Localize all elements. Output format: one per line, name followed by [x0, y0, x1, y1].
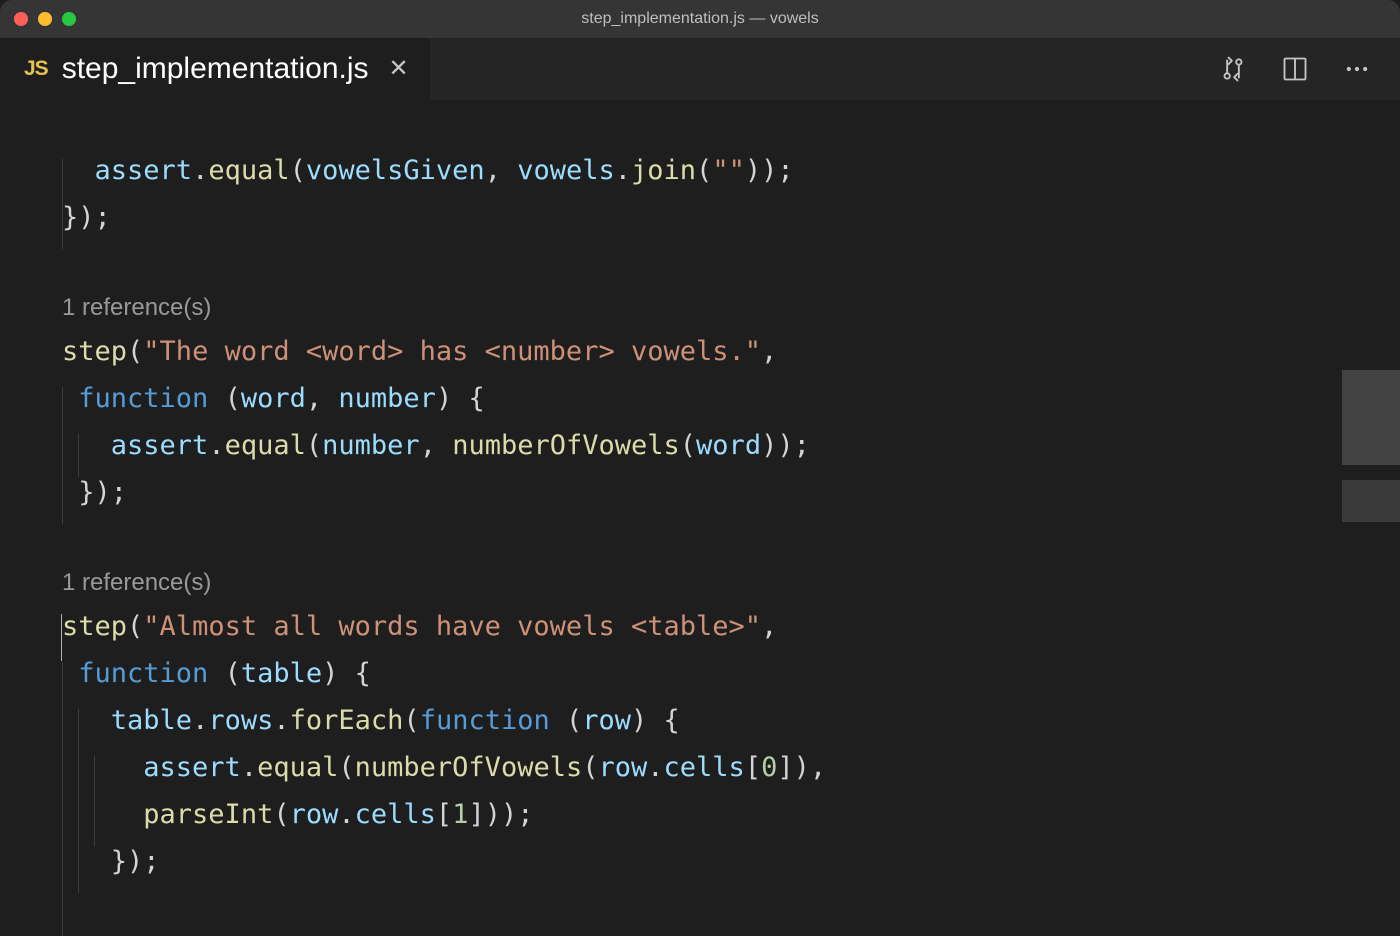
- editor-window: step_implementation.js — vowels JS step_…: [0, 0, 1400, 936]
- code-token: assert: [143, 752, 241, 783]
- editor-actions: [1218, 38, 1400, 100]
- tab-label: step_implementation.js: [62, 52, 369, 86]
- code-token: function: [78, 658, 208, 689]
- code-token: function: [78, 383, 208, 414]
- close-window-button[interactable]: [14, 12, 28, 26]
- code-token: vowelsGiven: [306, 155, 485, 186]
- code-token: row: [598, 752, 647, 783]
- window-title: step_implementation.js — vowels: [0, 10, 1400, 28]
- code-token: assert: [95, 155, 193, 186]
- code-token: number: [338, 383, 436, 414]
- zoom-window-button[interactable]: [62, 12, 76, 26]
- minimap-marker: [1342, 480, 1400, 522]
- code-token: row: [290, 799, 339, 830]
- code-token: rows: [208, 705, 273, 736]
- editor-tab[interactable]: JS step_implementation.js ✕: [0, 38, 430, 100]
- code-token: "": [712, 155, 745, 186]
- codelens-references[interactable]: 1 reference(s): [62, 563, 1400, 603]
- code-token: numberOfVowels: [355, 752, 583, 783]
- minimap[interactable]: [1342, 100, 1400, 936]
- code-token: numberOfVowels: [452, 430, 680, 461]
- code-token: step: [62, 611, 127, 642]
- tab-bar: JS step_implementation.js ✕: [0, 38, 1400, 100]
- code-token: "The word <word> has <number> vowels.": [143, 336, 761, 367]
- code-token: assert: [111, 430, 209, 461]
- code-token: table: [241, 658, 322, 689]
- codelens-references[interactable]: 1 reference(s): [62, 288, 1400, 328]
- editor[interactable]: assert.equal(vowelsGiven, vowels.join(""…: [0, 100, 1400, 936]
- code-token: word: [696, 430, 761, 461]
- code-token: equal: [225, 430, 306, 461]
- code-token: cells: [355, 799, 436, 830]
- code-token: step: [62, 336, 127, 367]
- minimize-window-button[interactable]: [38, 12, 52, 26]
- code-token: table: [111, 705, 192, 736]
- code-token: vowels: [517, 155, 615, 186]
- close-tab-button[interactable]: ✕: [389, 57, 409, 81]
- code-token: number: [322, 430, 420, 461]
- code-token: equal: [208, 155, 289, 186]
- code-token: join: [631, 155, 696, 186]
- traffic-lights: [14, 12, 76, 26]
- title-bar: step_implementation.js — vowels: [0, 0, 1400, 38]
- split-editor-icon[interactable]: [1280, 54, 1310, 84]
- code-token: cells: [664, 752, 745, 783]
- code-token: "Almost all words have vowels <table>": [143, 611, 761, 642]
- open-changes-icon[interactable]: [1218, 54, 1248, 84]
- more-actions-icon[interactable]: [1342, 54, 1372, 84]
- code-token: forEach: [290, 705, 404, 736]
- code-token: word: [241, 383, 306, 414]
- code-token: 1: [452, 799, 468, 830]
- code-token: equal: [257, 752, 338, 783]
- minimap-viewport[interactable]: [1342, 370, 1400, 465]
- code-token: 0: [761, 752, 777, 783]
- code-token: row: [582, 705, 631, 736]
- code-token: parseInt: [143, 799, 273, 830]
- code-area[interactable]: assert.equal(vowelsGiven, vowels.join(""…: [0, 100, 1400, 936]
- code-token: function: [420, 705, 550, 736]
- javascript-file-icon: JS: [24, 57, 48, 81]
